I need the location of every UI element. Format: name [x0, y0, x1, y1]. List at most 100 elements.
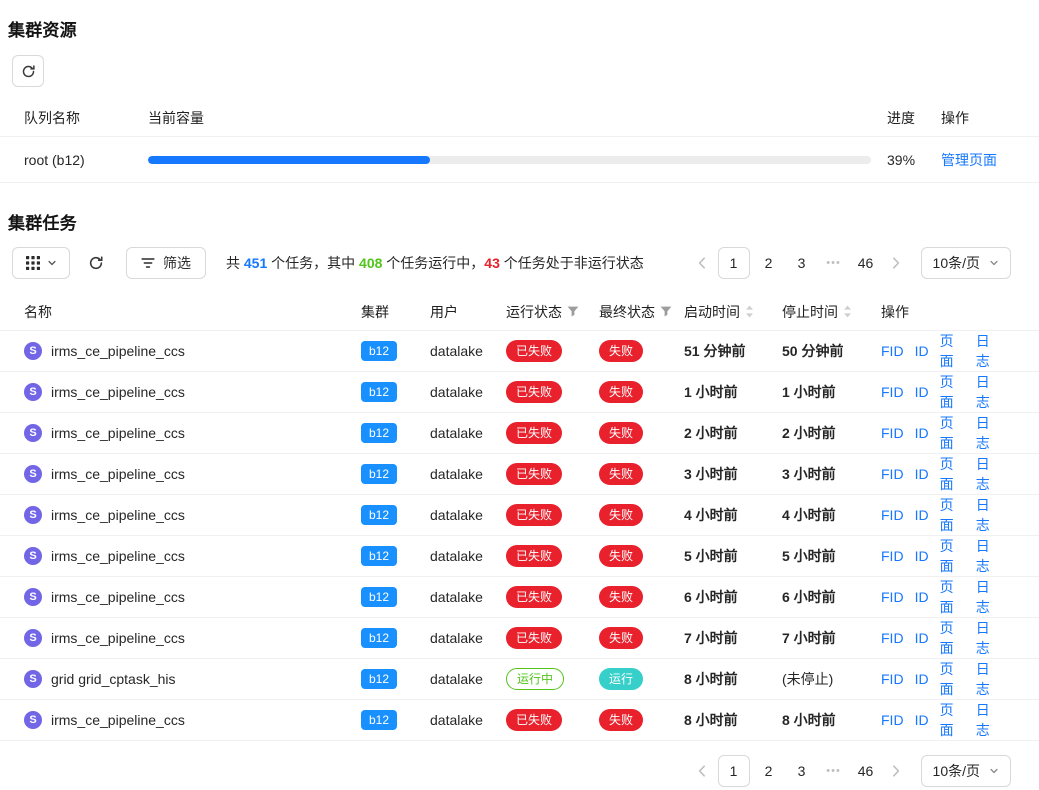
pagination-page-2[interactable]: 2	[755, 756, 783, 786]
id-link[interactable]: ID	[915, 425, 929, 441]
id-link[interactable]: ID	[915, 589, 929, 605]
fid-link[interactable]: FID	[881, 548, 904, 564]
fid-link[interactable]: FID	[881, 466, 904, 482]
pagination-prev-button[interactable]	[691, 248, 713, 278]
cluster-badge: b12	[361, 546, 397, 566]
log-link[interactable]: 日志	[976, 618, 1001, 658]
task-user-cell: datalake	[430, 466, 506, 482]
final-status-badge: 失败	[599, 709, 643, 731]
page-size-label: 10条/页	[933, 253, 980, 273]
pagination-next-button[interactable]	[885, 248, 907, 278]
log-link[interactable]: 日志	[976, 536, 1001, 576]
page: 集群资源 队列名称 当前容量 进度 操作 root (b12) 39% 管理页面…	[0, 0, 1039, 790]
cluster-badge: b12	[361, 423, 397, 443]
column-header-3[interactable]: 运行状态	[506, 302, 599, 322]
log-link[interactable]: 日志	[976, 372, 1001, 412]
page-link[interactable]: 页面	[940, 536, 965, 576]
pagination-page-3[interactable]: 3	[788, 756, 816, 786]
fid-link[interactable]: FID	[881, 384, 904, 400]
log-link[interactable]: 日志	[976, 454, 1001, 494]
task-name: irms_ce_pipeline_ccs	[51, 425, 185, 441]
task-actions-cell: FID ID 页面日志	[881, 331, 1039, 371]
filter-funnel-icon[interactable]	[567, 306, 579, 317]
column-header-label: 最终状态	[599, 302, 655, 322]
page-size-select[interactable]: 10条/页	[921, 247, 1011, 279]
id-link[interactable]: ID	[915, 343, 929, 359]
log-link[interactable]: 日志	[976, 659, 1001, 699]
run-status-badge: 已失败	[506, 463, 562, 485]
id-link[interactable]: ID	[915, 548, 929, 564]
task-name-cell: Sirms_ce_pipeline_ccs	[0, 547, 361, 565]
task-user-cell: datalake	[430, 630, 506, 646]
id-link[interactable]: ID	[915, 384, 929, 400]
pagination-ellipsis[interactable]: •••	[821, 765, 847, 777]
page-link[interactable]: 页面	[940, 372, 965, 412]
task-row: Sirms_ce_pipeline_ccsb12datalake已失败失败5 小…	[0, 536, 1039, 577]
pagination-page-3[interactable]: 3	[788, 248, 816, 278]
resources-refresh-button[interactable]	[12, 55, 44, 87]
filter-funnel-icon[interactable]	[660, 306, 672, 317]
pagination-page-46[interactable]: 46	[852, 248, 880, 278]
pagination-next-button[interactable]	[885, 756, 907, 786]
fid-link[interactable]: FID	[881, 425, 904, 441]
column-header-5[interactable]: 启动时间	[684, 302, 782, 322]
column-settings-dropdown[interactable]	[12, 247, 70, 279]
log-link[interactable]: 日志	[976, 331, 1001, 371]
fid-link[interactable]: FID	[881, 507, 904, 523]
start-time-cell: 7 小时前	[684, 628, 782, 648]
stop-time-cell: 3 小时前	[782, 464, 881, 484]
log-link[interactable]: 日志	[976, 495, 1001, 535]
id-link[interactable]: ID	[915, 507, 929, 523]
fid-link[interactable]: FID	[881, 589, 904, 605]
start-time-cell: 3 小时前	[684, 464, 782, 484]
pagination-page-1[interactable]: 1	[718, 247, 750, 279]
header-queue-name: 队列名称	[0, 108, 148, 128]
id-link[interactable]: ID	[915, 630, 929, 646]
chevron-down-icon	[989, 766, 999, 776]
page-link[interactable]: 页面	[940, 495, 965, 535]
queue-capacity-cell	[148, 156, 887, 164]
resources-header-row: 队列名称 当前容量 进度 操作	[0, 99, 1039, 137]
page-link[interactable]: 页面	[940, 577, 965, 617]
id-link[interactable]: ID	[915, 712, 929, 728]
log-link[interactable]: 日志	[976, 413, 1001, 453]
final-status-cell: 失败	[599, 340, 684, 362]
fid-link[interactable]: FID	[881, 671, 904, 687]
sorter-icon[interactable]	[843, 305, 852, 318]
fid-link[interactable]: FID	[881, 630, 904, 646]
task-row: Sirms_ce_pipeline_ccsb12datalake已失败失败2 小…	[0, 413, 1039, 454]
fid-link[interactable]: FID	[881, 712, 904, 728]
pagination-page-46[interactable]: 46	[852, 756, 880, 786]
summary-text: 共	[226, 255, 244, 271]
log-link[interactable]: 日志	[976, 700, 1001, 740]
queue-progress-value: 39%	[887, 152, 941, 168]
run-status-badge: 已失败	[506, 627, 562, 649]
manage-page-link[interactable]: 管理页面	[941, 152, 997, 168]
sorter-icon[interactable]	[745, 305, 754, 318]
page-link[interactable]: 页面	[940, 659, 965, 699]
fid-link[interactable]: FID	[881, 343, 904, 359]
task-user-cell: datalake	[430, 507, 506, 523]
page-link[interactable]: 页面	[940, 331, 965, 371]
id-link[interactable]: ID	[915, 671, 929, 687]
page-link[interactable]: 页面	[940, 618, 965, 658]
column-header-6[interactable]: 停止时间	[782, 302, 881, 322]
pagination-page-2[interactable]: 2	[755, 248, 783, 278]
column-header-label: 用户	[430, 302, 458, 322]
filter-button[interactable]: 筛选	[126, 247, 206, 279]
column-header-4[interactable]: 最终状态	[599, 302, 684, 322]
task-name: irms_ce_pipeline_ccs	[51, 548, 185, 564]
page-link[interactable]: 页面	[940, 454, 965, 494]
filter-button-label: 筛选	[163, 253, 191, 273]
final-status-badge: 失败	[599, 463, 643, 485]
pagination-page-1[interactable]: 1	[718, 755, 750, 787]
tasks-refresh-button[interactable]	[79, 247, 113, 279]
pagination-prev-button[interactable]	[691, 756, 713, 786]
task-actions-cell: FID ID 页面日志	[881, 454, 1039, 494]
page-link[interactable]: 页面	[940, 700, 965, 740]
log-link[interactable]: 日志	[976, 577, 1001, 617]
page-link[interactable]: 页面	[940, 413, 965, 453]
id-link[interactable]: ID	[915, 466, 929, 482]
page-size-select[interactable]: 10条/页	[921, 755, 1011, 787]
pagination-ellipsis[interactable]: •••	[821, 257, 847, 269]
